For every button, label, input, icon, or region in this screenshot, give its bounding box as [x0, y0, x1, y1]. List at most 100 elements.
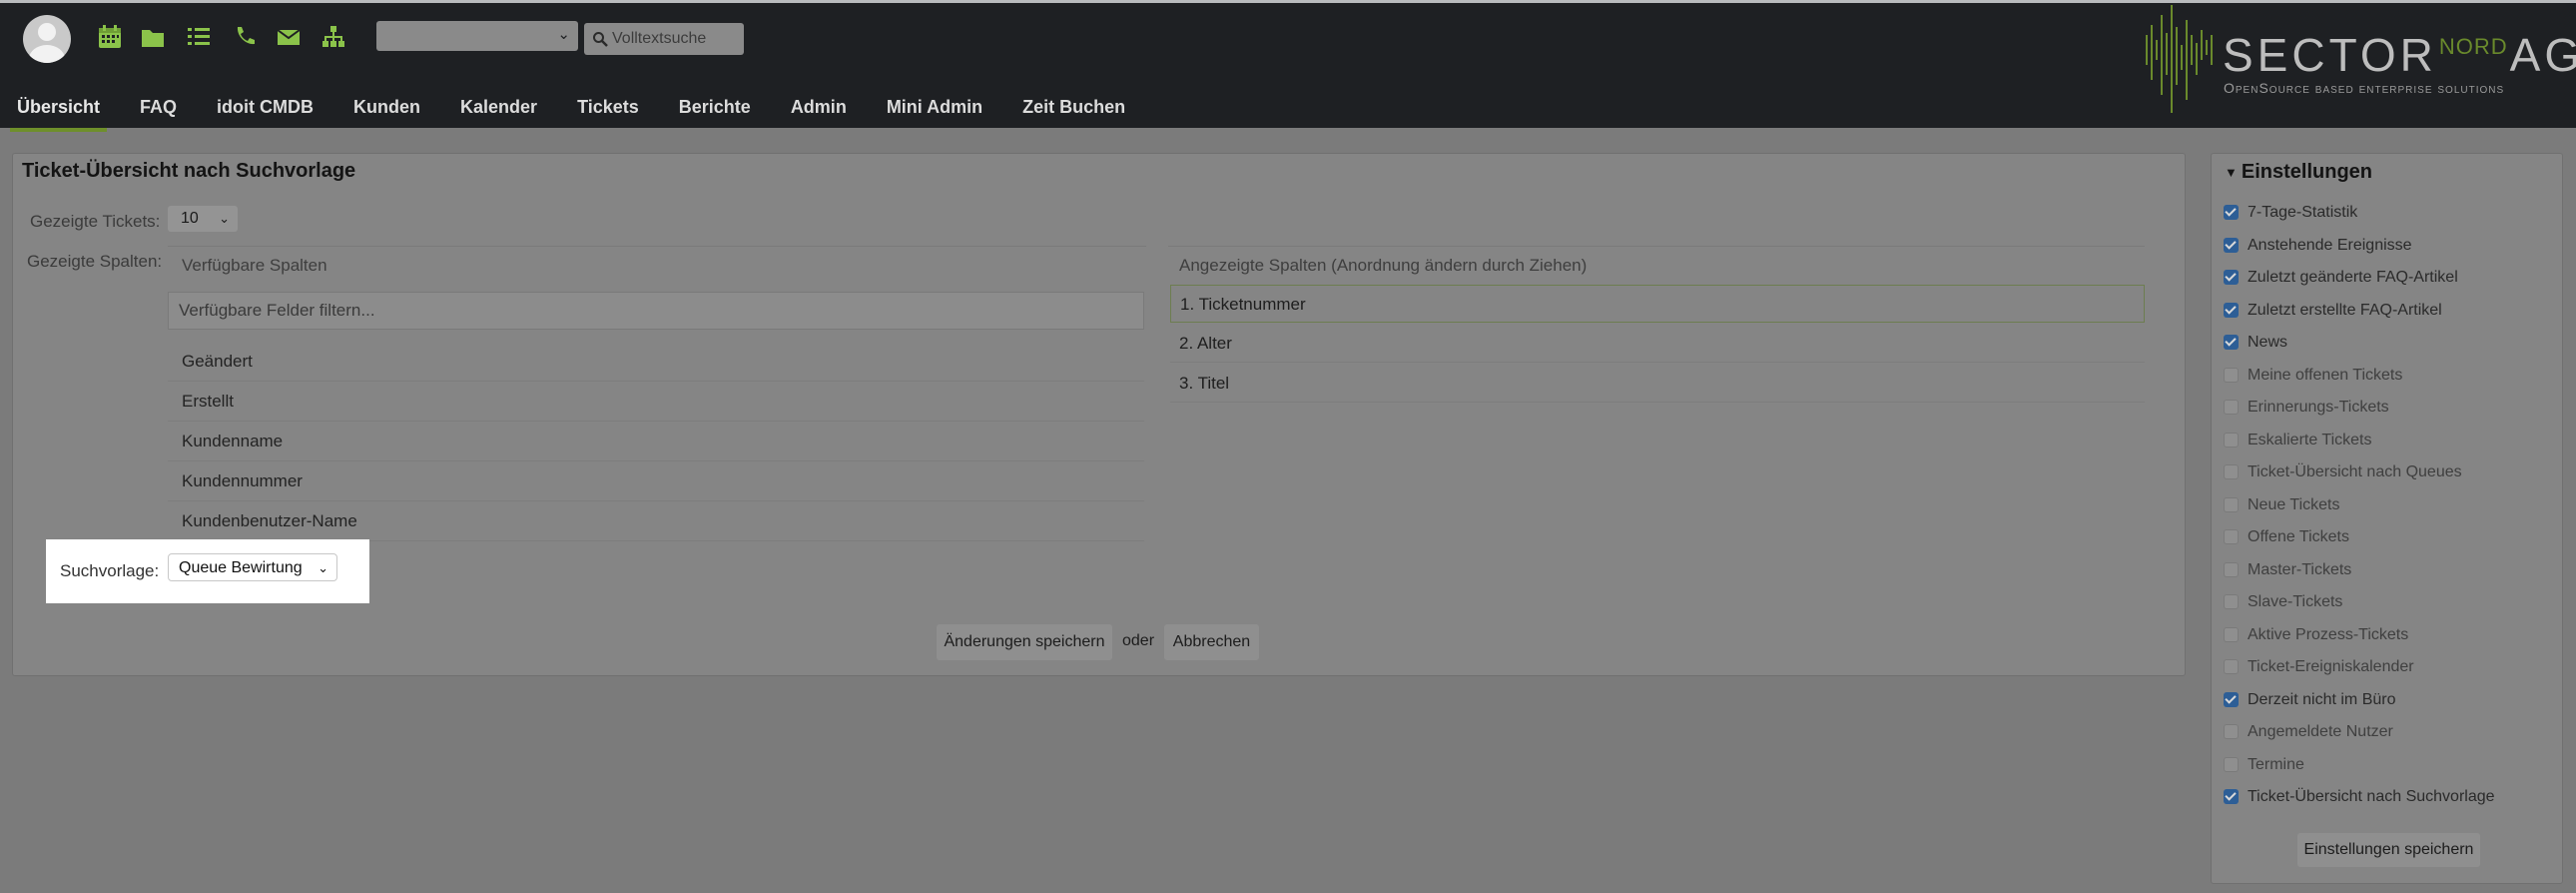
sidebar-widget-item[interactable]: Termine — [2224, 756, 2304, 774]
checkbox-checked[interactable] — [2224, 237, 2239, 253]
nav-tickets[interactable]: Tickets — [577, 91, 639, 129]
nav-faq[interactable]: FAQ — [140, 91, 177, 129]
checkbox-checked[interactable] — [2224, 335, 2239, 350]
chevron-down-icon: ⌄ — [219, 211, 230, 226]
logo-nord: NORD — [2438, 34, 2508, 59]
top-border — [0, 0, 2576, 3]
avatar[interactable] — [23, 15, 71, 63]
save-settings-button[interactable]: Einstellungen speichern — [2297, 833, 2480, 867]
sidebar-widget-item[interactable]: 7-Tage-Statistik — [2224, 204, 2357, 222]
shown-tickets-label: Gezeigte Tickets: — [30, 212, 161, 231]
logo-ag: AG — [2509, 29, 2576, 81]
sidebar-widget-item[interactable]: Anstehende Ereignisse — [2224, 237, 2412, 255]
shown-column-item[interactable]: 3. Titel — [1170, 365, 2145, 403]
sidebar-widget-label: News — [2248, 334, 2288, 351]
sidebar-widget-item[interactable]: Erinnerungs-Tickets — [2224, 399, 2389, 417]
nav-mini-admin[interactable]: Mini Admin — [887, 91, 982, 129]
or-label: oder — [1122, 632, 1155, 649]
save-changes-button[interactable]: Änderungen speichern — [937, 624, 1112, 660]
checkbox-checked[interactable] — [2224, 302, 2239, 318]
available-column-item[interactable]: Kundenbenutzer-Name — [168, 501, 1144, 541]
sidebar-title[interactable]: ▼ Einstellungen — [2225, 161, 2372, 184]
nav-zeit-buchen[interactable]: Zeit Buchen — [1022, 91, 1125, 129]
checkbox-checked[interactable] — [2224, 691, 2239, 707]
calendar-icon[interactable] — [97, 24, 123, 50]
chevron-down-icon: ⌄ — [557, 26, 570, 43]
checkbox-unchecked[interactable] — [2224, 561, 2239, 577]
available-column-item[interactable]: Geändert — [168, 342, 1144, 382]
checkbox-unchecked[interactable] — [2224, 432, 2239, 447]
nav-kalender[interactable]: Kalender — [460, 91, 537, 129]
shown-tickets-value: 10 — [181, 210, 199, 227]
sitemap-icon[interactable] — [321, 24, 346, 50]
cancel-button[interactable]: Abbrechen — [1164, 624, 1259, 660]
nav-idoit-cmdb[interactable]: idoit CMDB — [217, 91, 314, 129]
checkbox-unchecked[interactable] — [2224, 529, 2239, 544]
settings-sidebar — [2211, 153, 2563, 884]
chevron-down-icon: ⌄ — [318, 560, 328, 575]
list-icon[interactable] — [186, 24, 212, 50]
sidebar-widget-item[interactable]: Derzeit nicht im Büro — [2224, 691, 2396, 709]
nav-uebersicht[interactable]: Übersicht — [9, 91, 108, 132]
sidebar-title-text: Einstellungen — [2241, 161, 2372, 183]
sidebar-widget-item[interactable]: Angemeldete Nutzer — [2224, 723, 2393, 741]
sidebar-widget-label: Eskalierte Tickets — [2248, 431, 2372, 448]
sidebar-widget-item[interactable]: Slave-Tickets — [2224, 593, 2342, 611]
sidebar-widget-label: Meine offenen Tickets — [2248, 366, 2403, 384]
checkbox-unchecked[interactable] — [2224, 400, 2239, 415]
checkbox-checked[interactable] — [2224, 270, 2239, 285]
checkbox-unchecked[interactable] — [2224, 756, 2239, 772]
folder-icon[interactable] — [140, 24, 166, 50]
available-column-item[interactable]: Kundenname — [168, 422, 1144, 461]
shown-tickets-select[interactable]: 10 ⌄ — [168, 206, 238, 232]
sidebar-widget-item[interactable]: Offene Tickets — [2224, 528, 2349, 546]
checkbox-unchecked[interactable] — [2224, 594, 2239, 609]
sidebar-widget-item[interactable]: Meine offenen Tickets — [2224, 367, 2402, 385]
search-icon — [593, 32, 608, 47]
sidebar-widget-item[interactable]: News — [2224, 334, 2287, 352]
company-logo-text: SECTORNORDAG — [2223, 28, 2576, 82]
available-column-item[interactable]: Kundennummer — [168, 461, 1144, 501]
phone-icon[interactable] — [232, 24, 258, 50]
shown-column-item[interactable]: 2. Alter — [1170, 325, 2145, 363]
checkbox-checked[interactable] — [2224, 205, 2239, 220]
shown-columns-header: Angezeigte Spalten (Anordnung ändern dur… — [1179, 256, 1588, 275]
checkbox-unchecked[interactable] — [2224, 724, 2239, 739]
nav-admin[interactable]: Admin — [791, 91, 847, 129]
sidebar-widget-label: Derzeit nicht im Büro — [2248, 690, 2396, 708]
sidebar-widget-item[interactable]: Zuletzt geänderte FAQ-Artikel — [2224, 269, 2458, 287]
sidebar-widget-label: Zuletzt geänderte FAQ-Artikel — [2248, 269, 2458, 286]
fulltext-search-input[interactable]: Volltextsuche — [584, 23, 744, 55]
available-fields-filter-input[interactable]: Verfügbare Felder filtern... — [168, 292, 1144, 330]
divider — [168, 246, 1146, 247]
checkbox-unchecked[interactable] — [2224, 659, 2239, 674]
sidebar-widget-label: Angemeldete Nutzer — [2248, 723, 2393, 740]
checkbox-unchecked[interactable] — [2224, 496, 2239, 512]
sidebar-widget-item[interactable]: Ticket-Ereigniskalender — [2224, 658, 2414, 676]
sidebar-widget-item[interactable]: Ticket-Übersicht nach Suchvorlage — [2224, 788, 2495, 806]
search-template-label: Suchvorlage: — [60, 561, 160, 580]
checkbox-checked[interactable] — [2224, 789, 2239, 804]
sidebar-widget-item[interactable]: Zuletzt erstellte FAQ-Artikel — [2224, 302, 2442, 320]
header-bar: ⌄ Volltextsuche Übersicht FAQ idoit CMDB… — [0, 0, 2576, 132]
sidebar-widget-item[interactable]: Aktive Prozess-Tickets — [2224, 626, 2408, 644]
queue-select[interactable]: ⌄ — [376, 21, 578, 51]
panel-title: Ticket-Übersicht nach Suchvorlage — [22, 160, 356, 182]
checkbox-unchecked[interactable] — [2224, 367, 2239, 383]
sidebar-widget-label: Offene Tickets — [2248, 528, 2349, 545]
search-template-select[interactable]: Queue Bewirtung ⌄ — [168, 553, 337, 581]
checkbox-unchecked[interactable] — [2224, 464, 2239, 479]
nav-kunden[interactable]: Kunden — [353, 91, 420, 129]
sidebar-widget-item[interactable]: Ticket-Übersicht nach Queues — [2224, 463, 2462, 481]
sidebar-widget-item[interactable]: Eskalierte Tickets — [2224, 432, 2371, 449]
sidebar-widget-label: Aktive Prozess-Tickets — [2248, 625, 2409, 643]
sidebar-widget-label: Ticket-Übersicht nach Suchvorlage — [2248, 788, 2495, 805]
envelope-icon[interactable] — [276, 24, 302, 50]
sidebar-widget-item[interactable]: Master-Tickets — [2224, 561, 2351, 579]
available-column-item[interactable]: Erstellt — [168, 382, 1144, 422]
caret-down-icon: ▼ — [2225, 165, 2238, 181]
checkbox-unchecked[interactable] — [2224, 626, 2239, 642]
shown-column-item[interactable]: 1. Ticketnummer — [1170, 285, 2145, 323]
sidebar-widget-item[interactable]: Neue Tickets — [2224, 496, 2339, 514]
nav-berichte[interactable]: Berichte — [679, 91, 751, 129]
